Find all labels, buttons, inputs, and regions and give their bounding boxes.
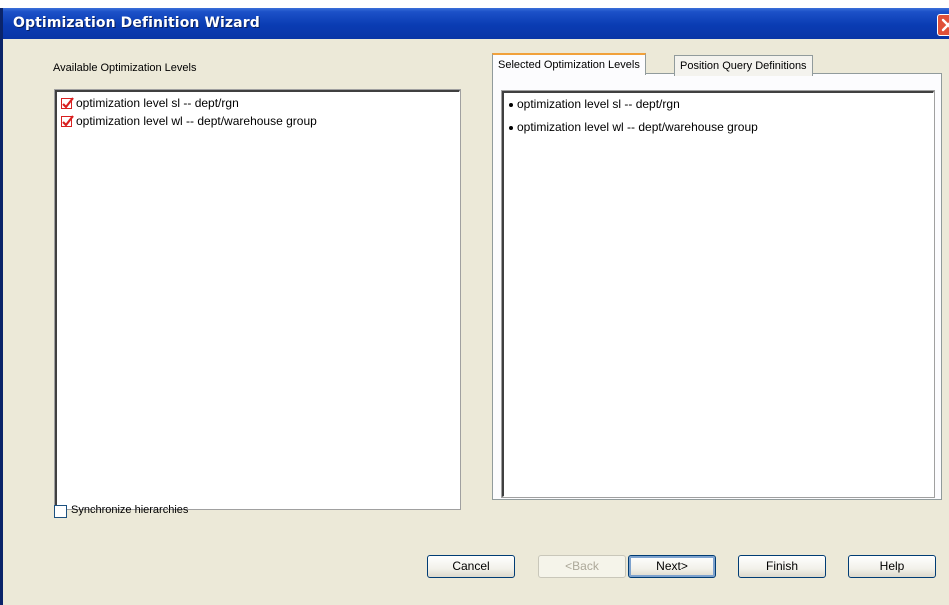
window-title: Optimization Definition Wizard (13, 15, 260, 31)
synchronize-hierarchies-checkbox[interactable] (54, 505, 67, 518)
tab-selected-optimization-levels[interactable]: Selected Optimization Levels (492, 53, 646, 75)
help-button-label: Help (879, 559, 905, 573)
list-item-label: optimization level wl -- dept/warehouse … (517, 120, 758, 134)
title-bar[interactable]: Optimization Definition Wizard (3, 8, 949, 39)
list-item[interactable]: optimization level wl -- dept/warehouse … (508, 119, 758, 136)
back-button[interactable]: <Back (538, 555, 626, 578)
checkmark-icon (61, 115, 74, 127)
back-button-label: <Back (565, 559, 599, 573)
tab-position-query-definitions[interactable]: Position Query Definitions (674, 55, 813, 76)
bullet-icon (509, 102, 513, 107)
cancel-button-label: Cancel (452, 559, 490, 573)
next-button[interactable]: Next> (628, 555, 716, 578)
next-button-label: Next> (656, 559, 688, 573)
finish-button-label: Finish (765, 559, 798, 573)
checkmark-icon (61, 97, 74, 109)
selected-levels-list[interactable]: optimization level sl -- dept/rgn optimi… (501, 90, 935, 498)
finish-button[interactable]: Finish (738, 555, 826, 578)
cancel-button[interactable]: Cancel (427, 555, 515, 578)
close-button[interactable] (937, 14, 949, 36)
synchronize-hierarchies-label: Synchronize hierarchies (71, 504, 189, 516)
help-button[interactable]: Help (848, 555, 936, 578)
list-item-label: optimization level wl -- dept/warehouse … (76, 114, 317, 128)
available-levels-label: Available Optimization Levels (53, 62, 197, 74)
close-icon (941, 18, 949, 32)
list-item-label: optimization level sl -- dept/rgn (76, 96, 239, 110)
available-levels-list[interactable]: optimization level sl -- dept/rgn optimi… (54, 89, 461, 510)
bullet-icon (509, 125, 513, 130)
list-item[interactable]: optimization level sl -- dept/rgn (508, 96, 680, 113)
list-item-label: optimization level sl -- dept/rgn (517, 97, 680, 111)
list-item[interactable]: optimization level wl -- dept/warehouse … (61, 113, 317, 130)
list-item[interactable]: optimization level sl -- dept/rgn (61, 95, 239, 112)
